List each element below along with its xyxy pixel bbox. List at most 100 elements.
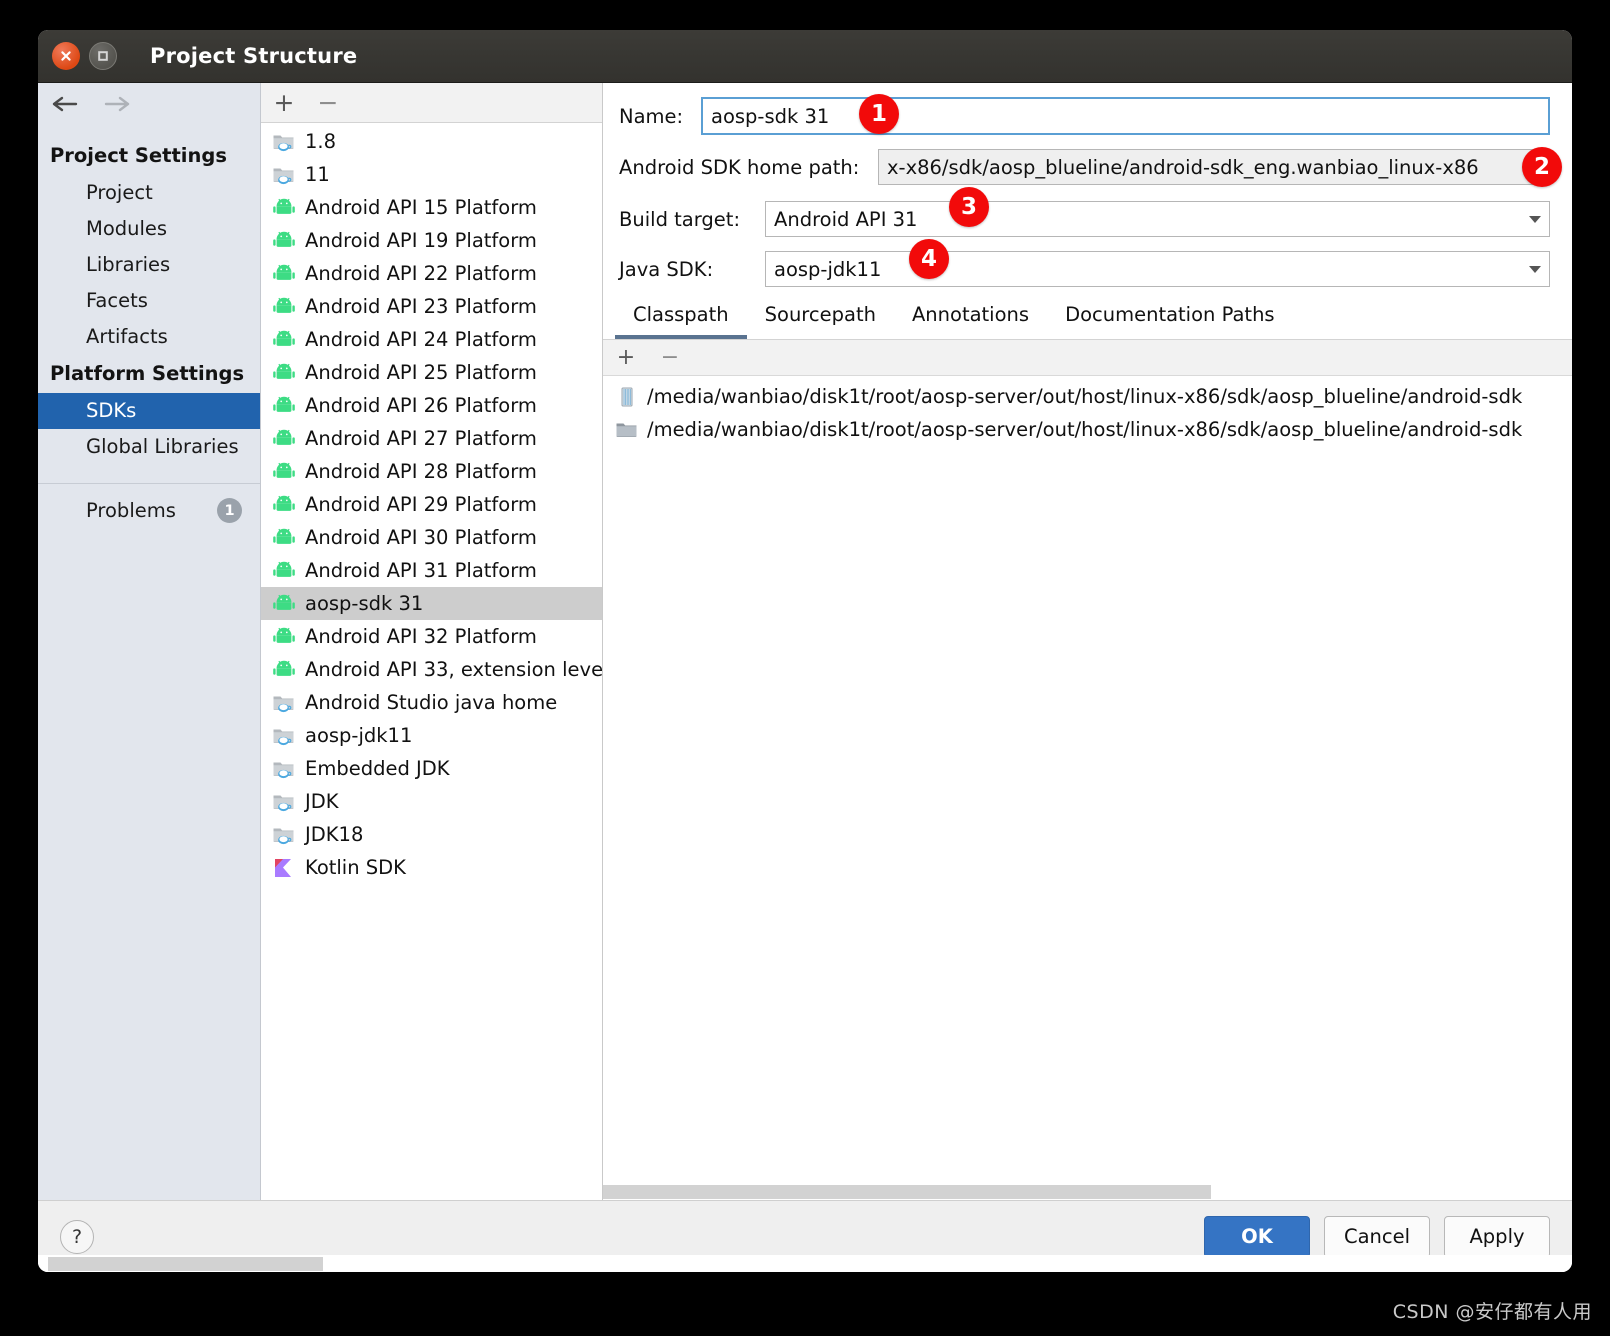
sdk-list-item[interactable]: JDK — [261, 785, 602, 818]
problems-label: Problems — [86, 499, 176, 522]
classpath-hscrollbar[interactable] — [603, 1183, 1572, 1200]
android-icon — [271, 527, 297, 549]
sdk-list-item[interactable]: Android API 32 Platform — [261, 620, 602, 653]
android-icon — [271, 263, 297, 285]
sdk-list-item[interactable]: Android API 27 Platform — [261, 422, 602, 455]
add-classpath-button[interactable]: + — [615, 346, 637, 369]
jar-icon — [615, 386, 639, 408]
sidebar-item-sdks[interactable]: SDKs — [38, 393, 260, 429]
android-icon — [271, 560, 297, 582]
sdk-list-item[interactable]: Kotlin SDK — [261, 851, 602, 884]
apply-button[interactable]: Apply — [1444, 1215, 1550, 1258]
classpath-row[interactable]: /media/wanbiao/disk1t/root/aosp-server/o… — [603, 380, 1572, 413]
sidebar-item-facets[interactable]: Facets — [38, 283, 260, 319]
chevron-down-icon[interactable] — [1529, 215, 1541, 223]
sidebar-item-problems[interactable]: Problems 1 — [38, 484, 260, 526]
help-button[interactable]: ? — [60, 1219, 94, 1254]
android-icon — [271, 329, 297, 351]
java-sdk-label: Java SDK: — [619, 257, 714, 281]
tab-annotations[interactable]: Annotations — [894, 297, 1047, 339]
sdk-list-item[interactable]: Android API 25 Platform — [261, 356, 602, 389]
android-icon — [271, 197, 297, 219]
sidebar-item-project[interactable]: Project — [38, 175, 260, 211]
build-target-select[interactable]: Android API 31 — [765, 201, 1550, 237]
sidebar-item-modules[interactable]: Modules — [38, 211, 260, 247]
settings-sidebar: Project Settings Project Modules Libraries F… — [38, 83, 261, 1200]
jdk-folder-icon — [271, 131, 297, 153]
sdk-list-item[interactable]: Android API 33, extension level 3 — [261, 653, 602, 686]
tab-sourcepath[interactable]: Sourcepath — [747, 297, 894, 339]
sdk-list-item[interactable]: 11 — [261, 158, 602, 191]
sdk-list-item[interactable]: Android API 15 Platform — [261, 191, 602, 224]
sidebar-item-libraries[interactable]: Libraries — [38, 247, 260, 283]
android-icon — [271, 593, 297, 615]
tab-classpath[interactable]: Classpath — [615, 297, 747, 339]
sdk-list-item-label: Android API 28 Platform — [305, 460, 537, 483]
sdk-list-item[interactable]: Android API 30 Platform — [261, 521, 602, 554]
android-icon — [271, 626, 297, 648]
classpath-list[interactable]: /media/wanbiao/disk1t/root/aosp-server/o… — [603, 376, 1572, 1200]
jdk-folder-icon — [271, 824, 297, 846]
sdk-list-item[interactable]: Android API 29 Platform — [261, 488, 602, 521]
cancel-button[interactable]: Cancel — [1324, 1215, 1430, 1258]
arrow-right-icon[interactable] — [101, 94, 131, 118]
sdk-list-item-label: Android API 29 Platform — [305, 493, 537, 516]
remove-classpath-button[interactable]: − — [659, 346, 681, 369]
window-titlebar: Project Structure — [38, 30, 1572, 82]
sdk-list[interactable]: 1.8 11 Android API 15 Platform Android API … — [261, 123, 602, 1200]
sdk-list-item-label: 1.8 — [305, 130, 337, 153]
sdk-list-item[interactable]: 1.8 — [261, 125, 602, 158]
sidebar-item-artifacts[interactable]: Artifacts — [38, 319, 260, 355]
jdk-folder-icon — [271, 164, 297, 186]
sdk-list-hscrollbar[interactable] — [38, 1255, 1572, 1272]
sidebar-group-project-settings: Project Settings — [50, 144, 227, 167]
sdk-list-item-label: Android API 31 Platform — [305, 559, 537, 582]
build-target-label: Build target: — [619, 207, 741, 231]
sidebar-group-platform-settings: Platform Settings — [50, 362, 245, 385]
arrow-left-icon[interactable] — [51, 94, 81, 118]
sidebar-item-global-libraries[interactable]: Global Libraries — [38, 429, 260, 465]
android-icon — [271, 362, 297, 384]
sdk-list-item[interactable]: Android API 23 Platform — [261, 290, 602, 323]
java-sdk-select[interactable]: aosp-jdk11 — [765, 251, 1550, 287]
chevron-down-icon[interactable] — [1529, 265, 1541, 273]
classpath-row-path: /media/wanbiao/disk1t/root/aosp-server/o… — [647, 385, 1523, 408]
sdk-list-item[interactable]: Android API 24 Platform — [261, 323, 602, 356]
sdk-list-item[interactable]: Android API 28 Platform — [261, 455, 602, 488]
kotlin-icon — [271, 857, 297, 879]
sdk-list-item[interactable]: Android API 26 Platform — [261, 389, 602, 422]
android-icon — [271, 428, 297, 450]
sdk-home-path-field[interactable]: x-x86/sdk/aosp_blueline/android-sdk_eng.… — [878, 149, 1550, 185]
sdk-list-hscroll-thumb[interactable] — [48, 1257, 323, 1271]
sdk-list-item[interactable]: Android Studio java home — [261, 686, 602, 719]
sdk-list-item[interactable]: JDK18 — [261, 818, 602, 851]
name-input[interactable]: aosp-sdk 31 — [701, 97, 1550, 135]
watermark: CSDN @安仔都有人用 — [1392, 1301, 1592, 1323]
sdk-list-item[interactable]: Android API 22 Platform — [261, 257, 602, 290]
sdk-list-item[interactable]: Embedded JDK — [261, 752, 602, 785]
classpath-hscroll-thumb[interactable] — [603, 1185, 1211, 1199]
sdk-list-item[interactable]: aosp-jdk11 — [261, 719, 602, 752]
ok-button[interactable]: OK — [1204, 1215, 1310, 1258]
maximize-icon[interactable] — [89, 42, 117, 70]
sdk-list-item[interactable]: Android API 31 Platform — [261, 554, 602, 587]
java-sdk-row: Java SDK: aosp-jdk11 4 — [619, 239, 1550, 287]
footer-actions: OK Cancel Apply — [1204, 1215, 1550, 1258]
close-icon[interactable] — [52, 42, 80, 70]
folder-icon — [615, 419, 639, 441]
sdk-home-path-row: Android SDK home path: x-x86/sdk/aosp_bl… — [619, 147, 1562, 187]
tab-documentation-paths[interactable]: Documentation Paths — [1047, 297, 1293, 339]
remove-sdk-button[interactable]: − — [317, 90, 339, 115]
name-label: Name: — [619, 104, 684, 128]
problems-count-badge: 1 — [217, 498, 242, 523]
callout-1: 1 — [859, 94, 899, 134]
sdk-list-item[interactable]: aosp-sdk 31 — [261, 587, 602, 620]
sdk-home-path-label: Android SDK home path: — [619, 155, 860, 179]
add-sdk-button[interactable]: + — [273, 90, 295, 115]
classpath-row[interactable]: /media/wanbiao/disk1t/root/aosp-server/o… — [603, 413, 1572, 446]
sdk-list-item-label: 11 — [305, 163, 330, 186]
callout-4: 4 — [909, 239, 949, 279]
java-sdk-value: aosp-jdk11 — [774, 257, 882, 281]
android-icon — [271, 659, 297, 681]
sdk-list-item[interactable]: Android API 19 Platform — [261, 224, 602, 257]
